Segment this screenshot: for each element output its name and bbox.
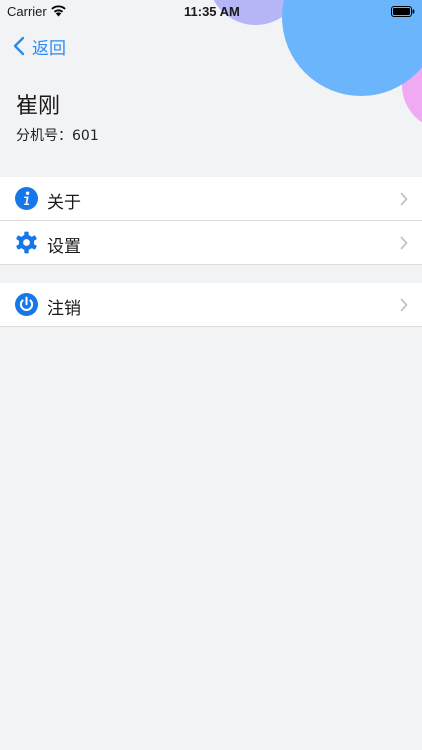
clock-label: 11:35 AM bbox=[184, 4, 240, 19]
menu-item-label: 关于 bbox=[47, 193, 81, 213]
wifi-icon bbox=[51, 5, 66, 17]
battery-icon bbox=[391, 6, 415, 17]
power-icon bbox=[15, 293, 38, 316]
extension-line: 分机号：601 bbox=[16, 125, 99, 145]
extension-label: 分机号： bbox=[16, 128, 72, 144]
gear-icon bbox=[16, 231, 37, 254]
menu-item-settings[interactable]: 设置 bbox=[0, 221, 422, 265]
status-bar: Carrier 11:35 AM bbox=[0, 0, 422, 22]
menu-item-label: 注销 bbox=[47, 299, 81, 319]
menu-group-account: 注销 bbox=[0, 283, 422, 327]
chevron-right-icon bbox=[400, 236, 408, 250]
menu-item-label: 设置 bbox=[47, 237, 81, 257]
menu-item-about[interactable]: 关于 bbox=[0, 177, 422, 221]
back-button[interactable]: 返回 bbox=[12, 33, 66, 59]
pink-bubble bbox=[402, 40, 422, 130]
user-name: 崔刚 bbox=[16, 94, 61, 119]
carrier-label: Carrier bbox=[7, 4, 47, 19]
extension-value: 601 bbox=[72, 128, 99, 144]
menu-item-logout[interactable]: 注销 bbox=[0, 283, 422, 327]
menu-group-primary: 关于 设置 bbox=[0, 177, 422, 265]
decorative-bubbles bbox=[0, 0, 422, 180]
chevron-left-icon bbox=[13, 36, 25, 56]
info-icon bbox=[15, 187, 38, 210]
chevron-right-icon bbox=[400, 298, 408, 312]
back-label: 返回 bbox=[32, 38, 66, 59]
chevron-right-icon bbox=[400, 192, 408, 206]
